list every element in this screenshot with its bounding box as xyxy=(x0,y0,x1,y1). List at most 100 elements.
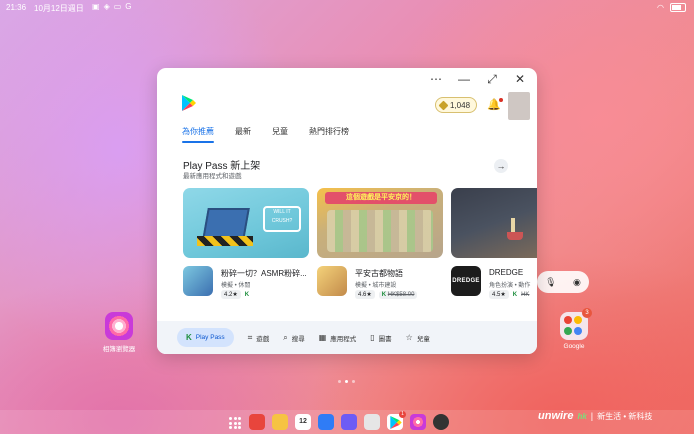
nav-label: 遊戲 xyxy=(256,335,270,343)
promo-card[interactable]: WILL IT CRUSH? xyxy=(183,188,309,258)
app-list-item[interactable]: 平安古都物語 模擬 • 城市建設 4.6★ K HK$58.00 xyxy=(317,266,443,300)
app-icon: DREDGE xyxy=(451,266,481,296)
microphone-icon[interactable]: 🎙 xyxy=(545,277,556,288)
app-name: 平安古都物語 xyxy=(355,269,403,278)
play-store-badge: 1 xyxy=(399,411,406,418)
watermark-tag: 新生活 • 新科技 xyxy=(597,411,653,421)
notification-bell-icon[interactable]: 🔔 xyxy=(487,98,503,111)
nav-play-pass[interactable]: K Play Pass xyxy=(177,328,234,347)
desktop-gallery-app[interactable]: 相簿瀏覽器 xyxy=(94,312,144,353)
tab-for-you[interactable]: 為你推薦 xyxy=(182,126,214,143)
app-list-item[interactable]: 粉碎一切？ASMR粉碎... 模擬 • 休閒 4.2★ K xyxy=(183,266,309,300)
app-category: 模擬 • 休閒 xyxy=(221,283,251,289)
screenshot-icon: ▣ xyxy=(92,2,100,11)
app-rating: 4.2★ xyxy=(221,290,241,299)
gallery-app-icon[interactable] xyxy=(249,414,265,430)
close-icon[interactable]: ✕ xyxy=(513,72,527,86)
battery-icon xyxy=(670,3,686,12)
app-price-pill: K HK$58.00 xyxy=(378,290,418,299)
nav-label: 兒童 xyxy=(416,335,430,343)
app-meta: 4.5★ K HK xyxy=(489,290,529,299)
app-price: HK$58.00 xyxy=(387,291,415,298)
nav-search[interactable]: ⌕ 搜尋 xyxy=(283,333,304,343)
tab-top-charts[interactable]: 熱門排行榜 xyxy=(309,126,349,143)
top-tabs: 為你推薦 最新 兒童 熱門排行榜 xyxy=(182,126,370,143)
messages-app-icon[interactable] xyxy=(318,414,334,430)
account-avatar[interactable] xyxy=(508,92,530,120)
card-banner[interactable] xyxy=(451,188,537,258)
app-meta: 4.2★ K xyxy=(221,290,249,299)
nav-kids[interactable]: ☆ 兒童 xyxy=(406,333,430,343)
more-options-icon[interactable]: ⋯ xyxy=(429,72,443,86)
nav-books[interactable]: ▯ 圖書 xyxy=(370,333,391,343)
folder-badge: 3 xyxy=(582,308,592,318)
app-category: 角色扮演 • 動作 xyxy=(489,283,531,289)
google-icon: G xyxy=(125,2,132,11)
calendar-app-icon[interactable]: 12 xyxy=(295,414,311,430)
card-banner[interactable]: 這個遊戲是平安京的！ xyxy=(317,188,443,258)
book-icon: ▯ xyxy=(370,333,375,342)
app-name: 粉碎一切？ASMR粉碎... xyxy=(221,269,307,278)
maximize-icon[interactable]: ⤢ xyxy=(485,72,499,86)
camera-app-icon[interactable] xyxy=(364,414,380,430)
watermark-separator: | xyxy=(590,411,594,421)
banner-art xyxy=(327,210,433,252)
search-widget[interactable]: 🎙 ◉ xyxy=(537,271,589,293)
nav-label: 圖書 xyxy=(378,335,392,343)
notes-app-icon[interactable] xyxy=(272,414,288,430)
play-pass-icon: K xyxy=(186,333,192,342)
banner-art xyxy=(197,236,253,246)
tab-new[interactable]: 最新 xyxy=(235,126,251,143)
status-system-icons: ◠ xyxy=(657,3,686,12)
page-dot xyxy=(345,380,348,383)
play-store-dock-icon[interactable]: 1 xyxy=(387,411,406,430)
lens-icon[interactable]: ◉ xyxy=(573,277,581,288)
minimize-icon[interactable]: — xyxy=(457,72,471,86)
gallery-label: 相簿瀏覽器 xyxy=(102,346,136,353)
tab-kids[interactable]: 兒童 xyxy=(272,126,288,143)
nav-label: Play Pass xyxy=(195,334,225,341)
app-drawer-icon[interactable] xyxy=(226,414,242,430)
bottom-navigation: K Play Pass ⌗ 遊戲 ⌕ 搜尋 ▦ 應用程式 ▯ 圖書 ☆ 兒童 xyxy=(157,321,537,354)
page-indicator xyxy=(338,380,355,383)
points-diamond-icon xyxy=(438,100,449,110)
nav-label: 搜尋 xyxy=(291,335,305,343)
watermark-logo: unwire hk | 新生活 • 新科技 xyxy=(538,410,652,422)
arrow-right-icon[interactable]: → xyxy=(494,159,508,173)
browser-app-icon[interactable] xyxy=(341,414,357,430)
card-banner[interactable]: WILL IT CRUSH? xyxy=(183,188,309,258)
nav-games[interactable]: ⌗ 遊戲 xyxy=(248,333,270,343)
app-rating: 4.5★ xyxy=(489,290,509,299)
google-label: Google xyxy=(563,343,585,350)
settings-app-icon[interactable] xyxy=(433,414,449,430)
google-play-logo-icon xyxy=(390,416,402,429)
status-date: 10月12日週日 xyxy=(34,4,84,13)
app-name: DREDGE xyxy=(489,268,524,277)
app-category: 模擬 • 城市建設 xyxy=(355,283,397,289)
watermark-brand: unwire xyxy=(538,410,574,422)
apps-icon: ▦ xyxy=(318,333,327,342)
page-dot xyxy=(338,380,341,383)
window-controls: ⋯ — ⤢ ✕ xyxy=(429,72,527,86)
search-icon: ⌕ xyxy=(283,332,288,342)
star-icon: ☆ xyxy=(405,333,413,342)
banner-logo: WILL IT CRUSH? xyxy=(263,206,301,232)
promo-card[interactable]: 這個遊戲是平安京的！ xyxy=(317,188,443,258)
app-icon xyxy=(317,266,347,296)
points-value: 1,048 xyxy=(450,100,471,110)
play-points-badge[interactable]: 1,048 xyxy=(435,97,478,113)
banner-art xyxy=(507,232,523,240)
nav-label: 應用程式 xyxy=(330,335,357,343)
play-pass-mark-icon: K xyxy=(244,291,250,298)
watermark-sub: hk xyxy=(577,411,587,421)
wifi-icon: ◠ xyxy=(657,3,664,12)
cast-icon: ▭ xyxy=(113,2,122,11)
shield-icon: ◈ xyxy=(103,2,110,11)
app-list-item[interactable]: DREDGE DREDGE 角色扮演 • 動作 4.5★ K HK xyxy=(451,266,537,300)
desktop-google-folder[interactable]: 3 Google xyxy=(549,308,599,350)
app-rating: 4.6★ xyxy=(355,290,375,299)
promo-card[interactable] xyxy=(451,188,537,258)
dock-apps: 12 1 xyxy=(226,411,449,430)
photo-app-icon[interactable] xyxy=(410,414,426,430)
nav-apps[interactable]: ▦ 應用程式 xyxy=(319,333,357,343)
